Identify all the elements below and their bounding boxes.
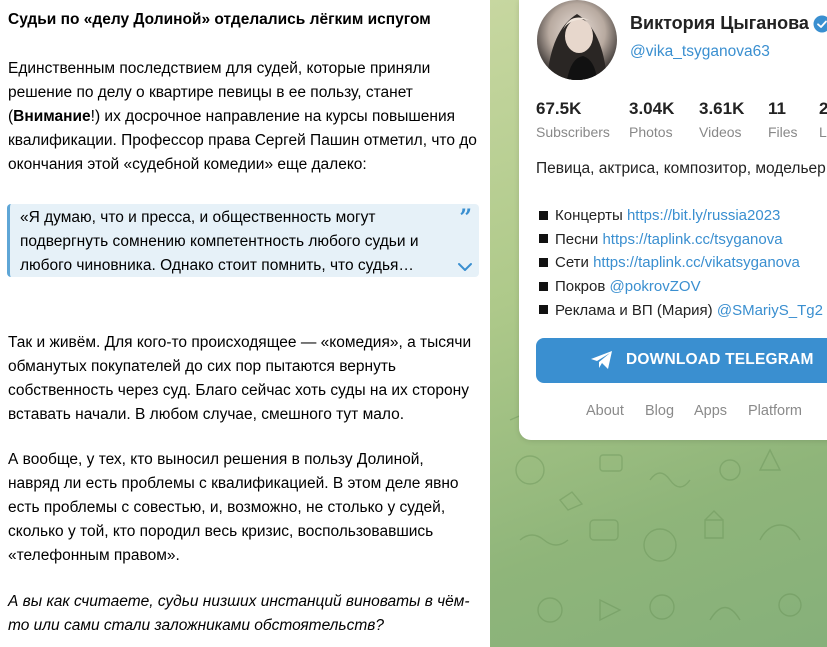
post-paragraph-2: Так и живём. Для кого-то происходящее — …	[8, 334, 472, 423]
link-row-concerts: Концерты https://bit.ly/russia2023	[539, 204, 823, 228]
paper-plane-icon	[591, 351, 612, 369]
quote-text: «Я думаю, что и пресса, и общественность…	[20, 209, 419, 274]
channel-card: Виктория Цыганова @vika_tsyganova63 67.5…	[519, 0, 827, 440]
quote-block[interactable]: «Я думаю, что и пресса, и общественность…	[7, 204, 479, 277]
footer-about[interactable]: About	[586, 403, 624, 419]
stat-subscribers[interactable]: 67.5K Subscribers	[536, 98, 610, 142]
post-content: Судьи по «делу Долиной» отделались лёгки…	[0, 0, 490, 647]
footer-apps[interactable]: Apps	[694, 403, 727, 419]
link-pokrov[interactable]: @pokrovZOV	[610, 278, 701, 295]
stat-photos[interactable]: 3.04K Photos	[629, 98, 674, 142]
quote-icon: ”	[459, 205, 472, 231]
post-title: Судьи по «делу Долиной» отделались лёгки…	[8, 11, 431, 28]
post-paragraph-1: Единственным последствием для судей, кот…	[8, 60, 477, 173]
link-ads[interactable]: @SMariyS_Tg2	[717, 302, 823, 319]
download-telegram-button[interactable]: DOWNLOAD TELEGRAM	[536, 338, 827, 383]
link-row-ads: Реклама и ВП (Мария) @SMariyS_Tg2	[539, 299, 823, 323]
post-paragraph-3: А вообще, у тех, кто выносил решения в п…	[8, 451, 459, 564]
link-row-songs: Песни https://taplink.cc/tsyganova	[539, 228, 823, 252]
post-question: А вы как считаете, судьи низших инстанци…	[8, 593, 470, 634]
attention-bold: Внимание	[13, 108, 91, 125]
stat-videos[interactable]: 3.61K Videos	[699, 98, 744, 142]
stat-files[interactable]: 11 Files	[768, 98, 798, 142]
channel-links: Концерты https://bit.ly/russia2023 Песни…	[539, 204, 823, 322]
channel-avatar[interactable]	[537, 0, 617, 80]
chevron-down-icon[interactable]	[457, 261, 473, 273]
square-bullet-icon	[539, 210, 548, 220]
footer-platform[interactable]: Platform	[748, 403, 802, 419]
channel-name-row: Виктория Цыганова	[630, 13, 827, 34]
square-bullet-icon	[539, 257, 548, 267]
link-networks[interactable]: https://taplink.cc/vikatsyganova	[593, 254, 800, 271]
square-bullet-icon	[539, 281, 548, 291]
verified-icon	[813, 15, 827, 33]
link-concerts[interactable]: https://bit.ly/russia2023	[627, 207, 780, 224]
channel-handle[interactable]: @vika_tsyganova63	[630, 43, 770, 61]
link-row-networks: Сети https://taplink.cc/vikatsyganova	[539, 251, 823, 275]
stat-links[interactable]: 2 L	[819, 98, 827, 142]
download-telegram-label: DOWNLOAD TELEGRAM	[626, 351, 814, 368]
square-bullet-icon	[539, 305, 548, 315]
avatar-portrait	[547, 14, 607, 80]
link-songs[interactable]: https://taplink.cc/tsyganova	[602, 231, 782, 248]
link-row-pokrov: Покров @pokrovZOV	[539, 275, 823, 299]
channel-description: Певица, актриса, композитор, модельер	[536, 160, 826, 177]
channel-name: Виктория Цыганова	[630, 13, 809, 33]
footer-blog[interactable]: Blog	[645, 403, 674, 419]
square-bullet-icon	[539, 234, 548, 244]
